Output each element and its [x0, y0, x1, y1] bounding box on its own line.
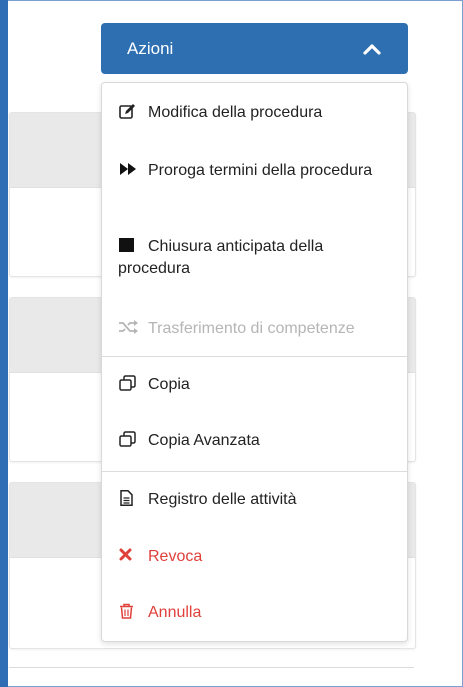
menu-item-label: Revoca — [148, 548, 203, 565]
copy-icon — [119, 431, 136, 447]
menu-item-edit-procedure[interactable]: Modifica della procedura — [118, 102, 393, 124]
pencil-square-icon — [119, 104, 135, 119]
menu-divider — [102, 356, 407, 357]
menu-item-label: Trasferimento di competenze — [148, 320, 355, 337]
menu-item-close-early[interactable]: Chiusura anticipata della procedura — [118, 236, 393, 280]
stop-square-icon — [119, 238, 134, 252]
document-icon — [120, 490, 133, 506]
x-icon — [119, 548, 132, 561]
menu-item-copy[interactable]: Copia — [118, 374, 393, 396]
menu-item-copy-advanced[interactable]: Copia Avanzata — [118, 430, 393, 452]
menu-item-revoke[interactable]: Revoca — [118, 546, 393, 568]
menu-item-activity-log[interactable]: Registro delle attività — [118, 489, 393, 511]
menu-item-extend-deadlines[interactable]: Proroga termini della procedura — [118, 160, 393, 182]
divider — [9, 667, 414, 668]
trash-icon — [120, 603, 133, 619]
fast-forward-icon — [120, 163, 136, 175]
chevron-up-icon — [363, 43, 381, 55]
menu-item-cancel[interactable]: Annulla — [118, 602, 393, 624]
menu-item-label: Proroga termini della procedura — [148, 162, 373, 179]
left-panel-edge — [0, 0, 8, 687]
shuffle-icon — [119, 320, 138, 334]
menu-item-label: Copia — [148, 376, 190, 393]
menu-item-label: Modifica della procedura — [148, 104, 323, 121]
menu-item-label: Chiusura anticipata della procedura — [118, 238, 324, 277]
actions-menu: Modifica della procedura Proroga termini… — [101, 82, 408, 642]
actions-dropdown-button[interactable]: Azioni — [101, 23, 408, 74]
menu-item-label: Annulla — [148, 604, 202, 621]
copy-icon — [119, 375, 136, 391]
menu-item-label: Registro delle attività — [148, 491, 297, 508]
menu-item-label: Copia Avanzata — [148, 432, 260, 449]
actions-button-label: Azioni — [127, 38, 174, 58]
menu-item-transfer-competences: Trasferimento di competenze — [118, 318, 393, 340]
menu-divider — [102, 471, 407, 472]
